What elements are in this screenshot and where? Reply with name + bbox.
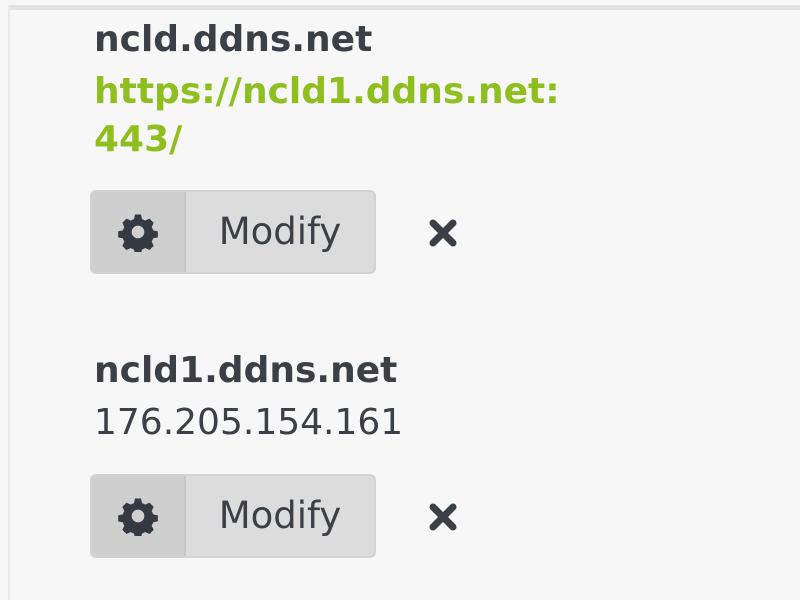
- redirect-list-panel: ncld.ddns.net https://ncld1.ddns.net:443…: [0, 0, 800, 600]
- entry-domain-title: ncld1.ddns.net: [94, 350, 398, 391]
- gear-icon: [92, 476, 186, 556]
- entry-item: ncld.ddns.net https://ncld1.ddns.net:443…: [90, 18, 714, 274]
- modify-button[interactable]: Modify: [90, 190, 376, 274]
- modify-label: Modify: [218, 493, 342, 537]
- entry-domain-title: ncld.ddns.net: [94, 19, 373, 60]
- delete-button[interactable]: [428, 218, 458, 248]
- modify-label: Modify: [218, 209, 342, 253]
- entry-actions: Modify: [90, 474, 714, 558]
- entry-actions: Modify: [90, 190, 714, 274]
- entry-item: ncld1.ddns.net 176.205.154.161 Modify: [90, 349, 714, 558]
- gear-icon: [92, 192, 186, 272]
- entry-target-ip: 176.205.154.161: [94, 402, 404, 443]
- top-divider: [8, 5, 800, 10]
- close-icon: [429, 503, 457, 531]
- delete-button[interactable]: [428, 502, 458, 532]
- left-divider: [8, 5, 10, 600]
- close-icon: [429, 219, 457, 247]
- entry-target-link[interactable]: https://ncld1.ddns.net:443/: [94, 68, 564, 164]
- modify-button[interactable]: Modify: [90, 474, 376, 558]
